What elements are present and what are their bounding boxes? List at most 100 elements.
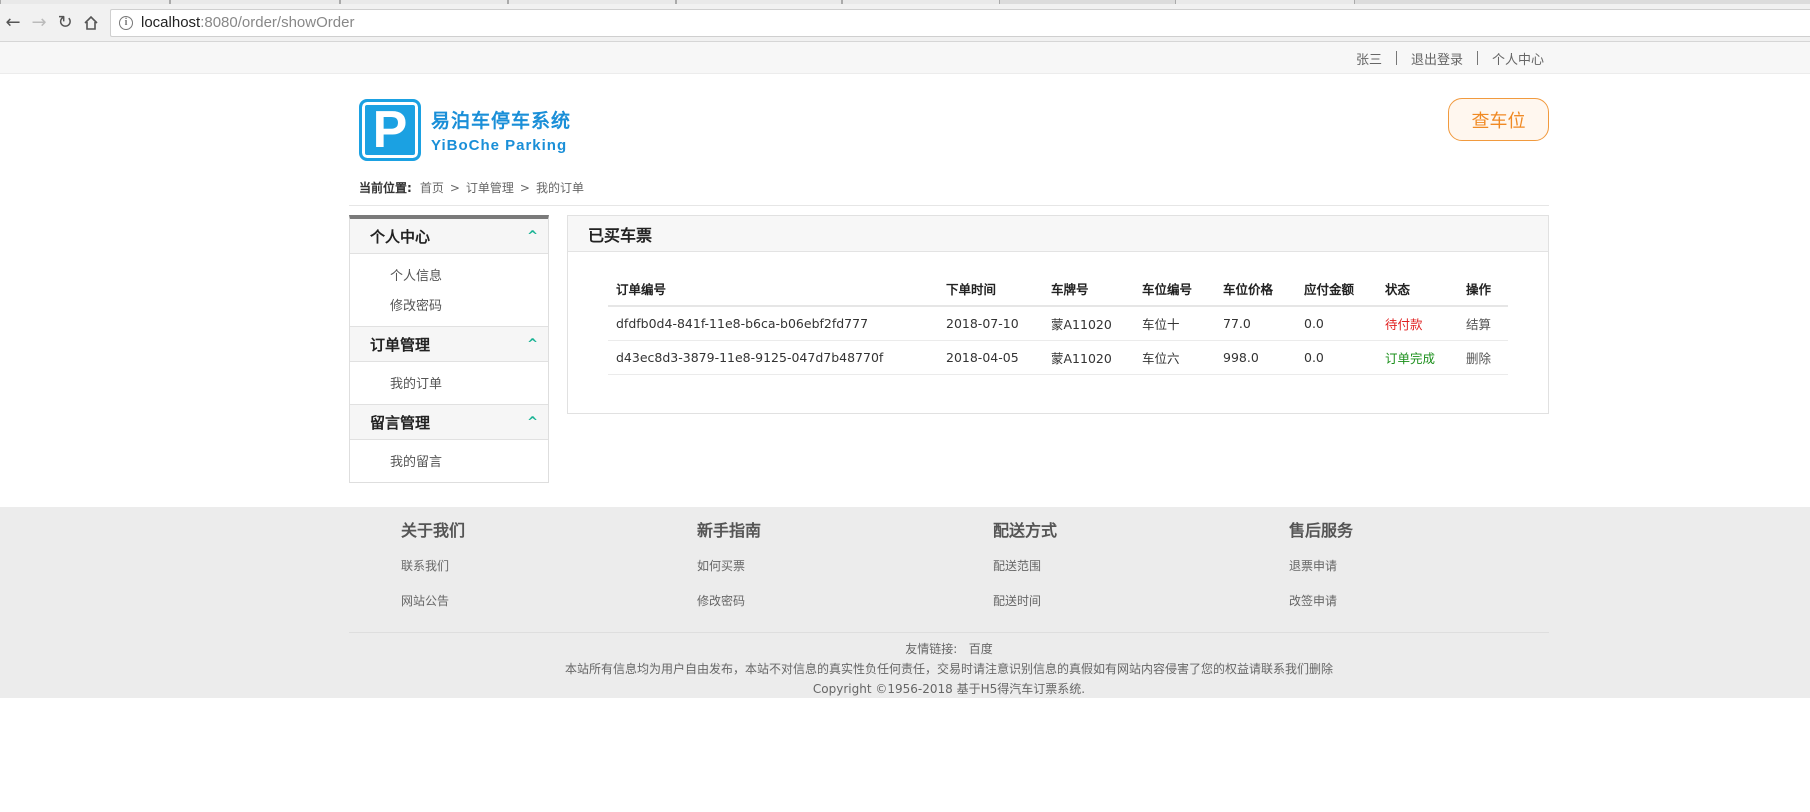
breadcrumb-my-orders[interactable]: 我的订单: [536, 179, 584, 196]
column-header: 车位编号: [1134, 272, 1215, 307]
plate-number: 蒙A11020: [1043, 340, 1134, 375]
delete-link[interactable]: 删除: [1458, 340, 1508, 375]
site-logo[interactable]: P 易泊车停车系统 YiBoChe Parking: [359, 99, 571, 161]
chevron-up-icon: ^: [527, 414, 538, 430]
order-id: dfdfb0d4-841f-11e8-b6ca-b06ebf2fd777: [608, 306, 938, 341]
sidebar-group-title: 留言管理: [370, 413, 431, 432]
sidebar-group-title: 订单管理: [370, 335, 431, 354]
browser-tab[interactable]: [1175, 0, 1355, 4]
order-time: 2018-07-10: [938, 306, 1043, 341]
browser-tab[interactable]: [842, 0, 1000, 4]
column-header: 状态: [1377, 272, 1458, 307]
table-row: dfdfb0d4-841f-11e8-b6ca-b06ebf2fd777 201…: [608, 306, 1508, 341]
chevron-up-icon: ^: [527, 228, 538, 244]
browser-tab[interactable]: [508, 0, 676, 4]
footer-link-delivery-time[interactable]: 配送时间: [993, 590, 1193, 625]
footer-column-delivery: 配送方式 配送范围 配送时间: [993, 517, 1193, 625]
sidebar-item-change-password[interactable]: 修改密码: [350, 292, 548, 322]
logo-title-en: YiBoChe Parking: [431, 137, 568, 154]
sidebar: 个人中心 ^ 个人信息 修改密码 订单管理 ^ 我的订单 留言管理 ^ 我的留言: [349, 215, 549, 483]
settle-link[interactable]: 结算: [1458, 306, 1508, 341]
order-id: d43ec8d3-3879-11e8-9125-047d7b48770f: [608, 340, 938, 375]
footer-column-title: 配送方式: [993, 521, 1058, 540]
reload-icon[interactable]: ↻: [52, 10, 78, 36]
footer-column-title: 关于我们: [401, 521, 466, 540]
disclaimer-text: 本站所有信息均为用户自由发布，本站不对信息的真实性负任何责任，交易时请注意识别信…: [564, 662, 1333, 676]
orders-table: 订单编号 下单时间 车牌号 车位编号 车位价格 应付金额 状态 操作 dfdfb: [608, 272, 1508, 375]
browser-tab[interactable]: [676, 0, 842, 4]
column-header: 车牌号: [1043, 272, 1134, 307]
footer-column-guide: 新手指南 如何买票 修改密码: [697, 517, 897, 625]
browser-tab[interactable]: [340, 0, 508, 4]
back-icon[interactable]: ←: [0, 10, 26, 36]
site-footer: 关于我们 联系我们 网站公告 新手指南 如何买票 修改密码 配送方式 配送范围 …: [0, 507, 1810, 698]
footer-link-how-to-buy[interactable]: 如何买票: [697, 555, 897, 590]
column-header: 应付金额: [1296, 272, 1377, 307]
footer-link-refund[interactable]: 退票申请: [1289, 555, 1489, 590]
browser-toolbar: ← → ↻ i localhost:8080/order/showOrder: [0, 4, 1810, 42]
sidebar-group-personal-center[interactable]: 个人中心 ^: [350, 219, 548, 254]
home-icon[interactable]: [78, 10, 104, 36]
info-icon[interactable]: i: [119, 15, 133, 30]
sidebar-item-personal-info[interactable]: 个人信息: [350, 262, 548, 292]
sidebar-group-order-management[interactable]: 订单管理 ^: [350, 327, 548, 362]
plate-number: 蒙A11020: [1043, 306, 1134, 341]
footer-link-reschedule[interactable]: 改签申请: [1289, 590, 1489, 625]
chevron-up-icon: ^: [527, 336, 538, 352]
spot-number: 车位十: [1134, 306, 1215, 341]
spot-price: 77.0: [1215, 306, 1296, 341]
footer-link-announcement[interactable]: 网站公告: [401, 590, 601, 625]
column-header: 下单时间: [938, 272, 1043, 307]
breadcrumb: 当前位置: 首页 > 订单管理 > 我的订单: [349, 170, 1549, 206]
amount-due: 0.0: [1296, 340, 1377, 375]
profile-link[interactable]: 个人中心: [1478, 49, 1558, 68]
friend-link-baidu[interactable]: 百度: [969, 642, 993, 656]
breadcrumb-label: 当前位置:: [359, 181, 412, 195]
orders-panel: 已买车票 订单编号 下单时间 车牌号 车位编号 车位价格 应付金额 状态 操作: [567, 215, 1549, 414]
browser-tabstrip: [0, 0, 1810, 4]
status-badge: 待付款: [1377, 306, 1458, 341]
breadcrumb-home[interactable]: 首页: [420, 179, 444, 196]
friend-links-label: 友情链接:: [905, 642, 958, 656]
sidebar-group-title: 个人中心: [370, 227, 431, 246]
browser-tab[interactable]: [170, 0, 340, 4]
column-header: 订单编号: [608, 272, 938, 307]
status-badge: 订单完成: [1377, 340, 1458, 375]
footer-column-about: 关于我们 联系我们 网站公告: [401, 517, 601, 625]
breadcrumb-sep: >: [519, 180, 530, 195]
footer-divider: [349, 632, 1549, 633]
order-time: 2018-04-05: [938, 340, 1043, 375]
sidebar-item-my-messages[interactable]: 我的留言: [350, 448, 548, 478]
table-header-row: 订单编号 下单时间 车牌号 车位编号 车位价格 应付金额 状态 操作: [608, 272, 1508, 307]
user-name-link[interactable]: 张三: [1342, 49, 1396, 68]
footer-column-title: 售后服务: [1289, 521, 1354, 540]
address-bar[interactable]: i localhost:8080/order/showOrder: [110, 8, 1810, 37]
footer-link-change-password[interactable]: 修改密码: [697, 590, 897, 625]
copyright-text: Copyright ©1956-2018 基于H5得汽车订票系统.: [812, 682, 1086, 696]
footer-column-after-sales: 售后服务 退票申请 改签申请: [1289, 517, 1489, 625]
sidebar-item-my-orders[interactable]: 我的订单: [350, 370, 548, 400]
user-topbar: 张三 退出登录 个人中心: [0, 42, 1810, 74]
find-parking-button[interactable]: 查车位: [1448, 98, 1549, 141]
breadcrumb-order-management[interactable]: 订单管理: [466, 179, 514, 196]
url-host: localhost: [141, 14, 201, 31]
sidebar-group-message-management[interactable]: 留言管理 ^: [350, 405, 548, 440]
browser-tab[interactable]: [0, 0, 170, 4]
footer-link-delivery-range[interactable]: 配送范围: [993, 555, 1193, 590]
amount-due: 0.0: [1296, 306, 1377, 341]
parking-logo-icon: P: [359, 99, 421, 161]
logout-link[interactable]: 退出登录: [1397, 49, 1477, 68]
footer-link-contact[interactable]: 联系我们: [401, 555, 601, 590]
forward-icon[interactable]: →: [26, 10, 52, 36]
column-header: 操作: [1458, 272, 1508, 307]
url-path: :8080/order/showOrder: [200, 14, 355, 31]
spot-price: 998.0: [1215, 340, 1296, 375]
logo-title-cn: 易泊车停车系统: [431, 110, 572, 132]
column-header: 车位价格: [1215, 272, 1296, 307]
footer-bottom: 友情链接: 百度 本站所有信息均为用户自由发布，本站不对信息的真实性负任何责任，…: [349, 639, 1549, 699]
table-row: d43ec8d3-3879-11e8-9125-047d7b48770f 201…: [608, 340, 1508, 375]
footer-column-title: 新手指南: [697, 521, 762, 540]
breadcrumb-sep: >: [449, 180, 460, 195]
site-header: P 易泊车停车系统 YiBoChe Parking 查车位: [349, 74, 1549, 170]
panel-title: 已买车票: [568, 216, 1548, 252]
